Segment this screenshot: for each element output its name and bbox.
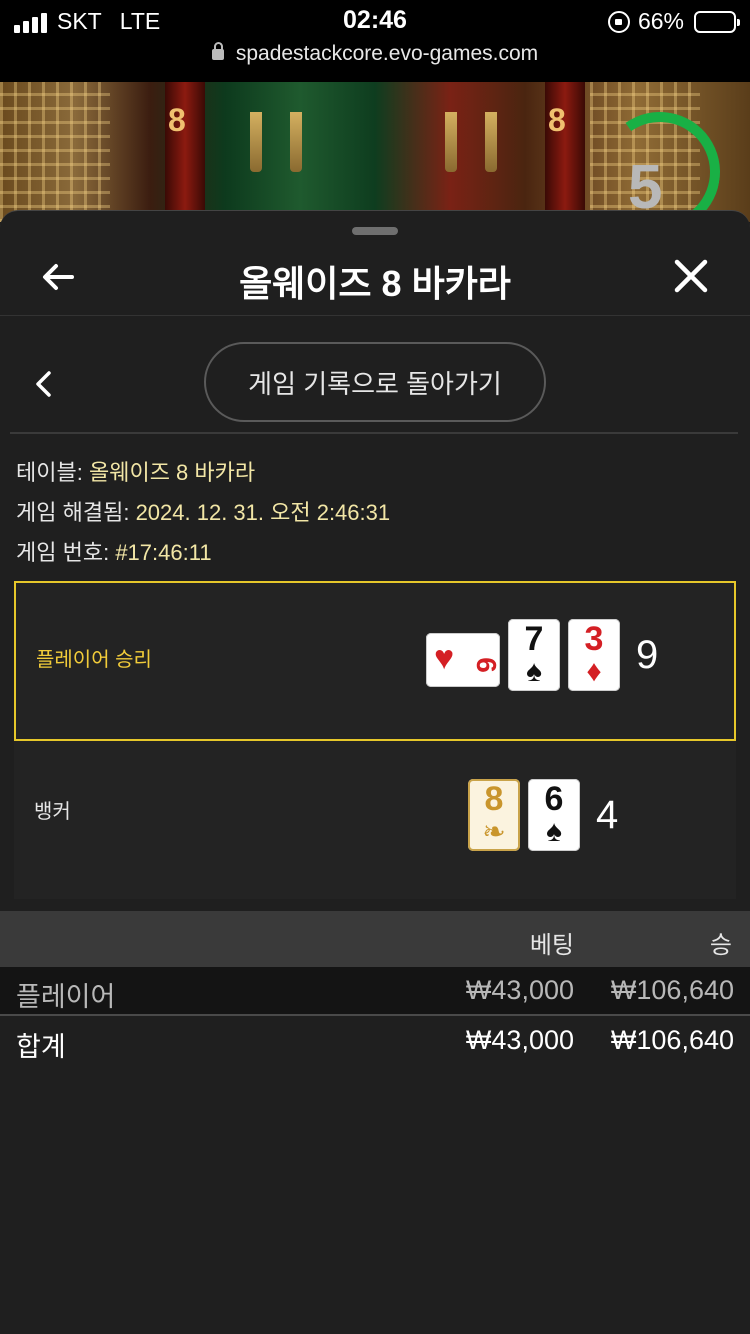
section-divider [10,432,738,434]
column-bet: 베팅 [529,932,574,959]
pillar-decor: 8 [545,82,585,222]
card-suit: ♠ [526,655,542,688]
card-suit: ♠ [546,815,562,848]
game-detail-sheet: 올웨이즈 8 바카라 게임 기록으로 돌아가기 테이블: 올웨이즈 8 바카라 … [0,210,750,1334]
battery-icon [694,10,740,33]
status-right: 66% [607,8,740,35]
player-score: 9 [636,633,659,677]
table-info: 테이블: 올웨이즈 8 바카라 [16,455,255,487]
tassel-decor [485,112,497,172]
page-title: 올웨이즈 8 바카라 [239,263,511,304]
table-label: 테이블: [16,460,83,485]
status-bar: SKT LTE 02:46 66% spadestackcore.evo-gam… [0,0,750,82]
total-win: ₩106,640 [610,1025,734,1055]
bet-amount: ₩43,000 [465,975,574,1005]
url-text: spadestackcore.evo-games.com [235,42,539,65]
battery-percent: 66% [637,8,684,34]
tassel-decor [250,112,262,172]
table-row: 플레이어 ₩43,000 ₩106,640 [0,967,750,1015]
bet-table-header: 베팅 승 [0,911,750,967]
player-result-label: 플레이어 승리 [36,649,152,671]
tassel-decor [290,112,302,172]
pillar-decor: 8 [165,82,205,222]
card-suit: ❧ [482,816,506,847]
card-suit: ♥ [434,639,455,677]
game-number-value: #17:46:11 [115,540,212,565]
banker-label: 뱅커 [34,801,71,823]
rotation-lock-icon [607,10,630,33]
card-rank: 6 [544,780,564,818]
game-number-info: 게임 번호: #17:46:11 [16,535,212,567]
game-video-backdrop: 8 8 5 [0,82,750,222]
back-to-history-button[interactable]: 게임 기록으로 돌아가기 [204,342,546,422]
chevron-left-icon[interactable] [32,369,56,399]
bet-type: 플레이어 [16,982,116,1012]
banker-card-1: 8 ❧ [468,779,520,851]
win-amount: ₩106,640 [610,975,734,1005]
resolved-label: 게임 해결됨: [16,500,130,525]
card-rank: 3 [584,620,604,658]
player-card-3: 3 ♦ [568,619,620,691]
player-card-2: 7 ♠ [508,619,560,691]
resolved-info: 게임 해결됨: 2024. 12. 31. 오전 2:46:31 [16,495,390,527]
card-rank: 6 [471,657,500,673]
banker-hand-row: 뱅커 8 ❧ 6 ♠ 4 [14,741,736,899]
address-bar[interactable]: spadestackcore.evo-games.com [0,42,750,66]
lattice-decor [0,82,110,222]
game-number-label: 게임 번호: [16,540,110,565]
padlock-icon [211,42,224,60]
close-icon[interactable] [672,257,710,295]
card-suit: ♦ [586,655,602,688]
total-row: 합계 ₩43,000 ₩106,640 [0,1017,750,1065]
card-rank: 7 [524,620,544,658]
banker-card-2: 6 ♠ [528,779,580,851]
table-divider [0,1014,750,1016]
sheet-grabber[interactable] [352,227,398,235]
tassel-decor [445,112,457,172]
card-rank: 8 [484,780,504,818]
column-win: 승 [709,932,732,959]
banker-score: 4 [596,793,619,837]
player-card-1: 6 ♥ [426,633,500,687]
table-value: 올웨이즈 8 바카라 [88,460,256,485]
resolved-value: 2024. 12. 31. 오전 2:46:31 [135,500,391,525]
total-label: 합계 [16,1032,66,1062]
header-divider [0,315,750,316]
player-hand-row: 플레이어 승리 6 ♥ 7 ♠ 3 ♦ 9 [14,581,736,741]
total-bet: ₩43,000 [465,1025,574,1055]
